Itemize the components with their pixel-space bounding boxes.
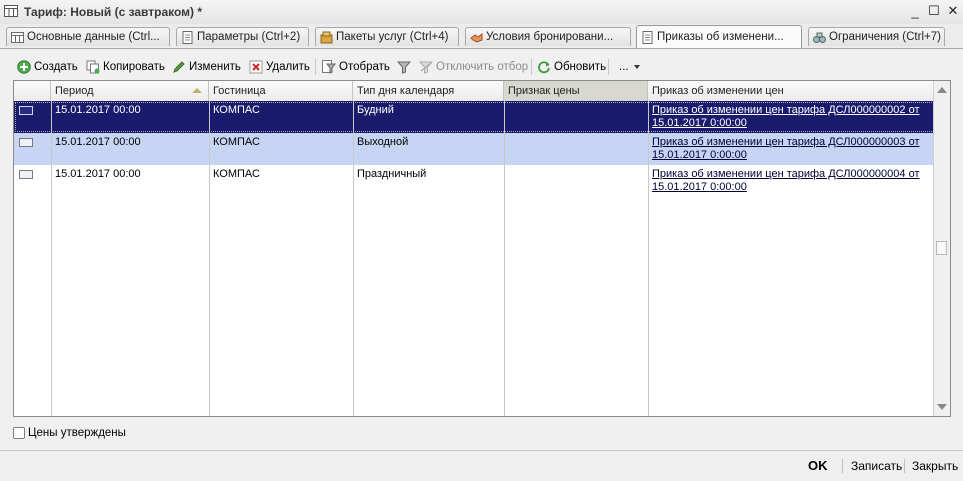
cell-period: 15.01.2017 00:00 [55,136,141,148]
record-icon [19,138,33,147]
table-row[interactable]: 15.01.2017 00:00 КОМПАС Будний Приказ об… [14,101,935,133]
table-icon [4,5,18,17]
disable-filter-button[interactable]: Отключить отбор [419,58,528,76]
column-divider [353,101,354,416]
table-row[interactable]: 15.01.2017 00:00 КОМПАС Выходной Приказ … [14,133,935,165]
tab-label: Приказы об изменени... [657,31,784,43]
document-icon [182,30,193,44]
table-header: Период Гостиница Тип дня календаря Призн… [14,81,935,102]
refresh-icon [538,61,550,74]
tab-price-orders[interactable]: Приказы об изменени... [636,25,802,48]
column-divider [648,101,649,416]
header-day-type[interactable]: Тип дня календаря [353,81,504,101]
close-button[interactable]: ✕ [945,3,961,19]
tab-label: Ограничения (Ctrl+7) [829,31,941,43]
binoculars-icon [813,32,826,43]
minimize-button[interactable]: _ [907,3,923,19]
cell-hotel: КОМПАС [213,168,260,180]
vertical-scrollbar[interactable] [933,81,950,416]
copy-button[interactable]: Копировать [86,58,165,76]
form-footer: OK Записать Закрыть [0,450,963,481]
header-price-order[interactable]: Приказ об изменении цен [648,81,935,101]
price-orders-table[interactable]: Период Гостиница Тип дня календаря Призн… [13,80,951,417]
more-actions-button[interactable]: ... [619,58,641,76]
header-icon-column [14,81,51,101]
prices-approved-checkbox[interactable]: Цены утверждены [13,425,126,441]
delete-x-icon [249,60,263,74]
plus-circle-icon [17,60,31,74]
create-button[interactable]: Создать [17,58,78,76]
footer-separator [904,459,905,473]
refresh-button[interactable]: Обновить [537,58,606,76]
pencil-icon [173,61,185,73]
price-order-link[interactable]: Приказ об изменении цен тарифа ДСЛ000000… [648,136,930,161]
filter-settings-button[interactable] [397,58,414,76]
row-focus-frame [15,102,934,132]
scroll-thumb[interactable] [936,241,947,255]
column-divider [504,101,505,416]
filter-label: Отобрать [339,61,390,73]
header-period[interactable]: Период [51,81,209,101]
window-title: Тариф: Новый (с завтраком) * [24,5,203,19]
package-icon [320,31,333,43]
tab-label: Параметры (Ctrl+2) [197,31,301,43]
cell-period: 15.01.2017 00:00 [55,168,141,180]
tab-service-packages[interactable]: Пакеты услуг (Ctrl+4) [315,27,459,46]
edit-button[interactable]: Изменить [172,58,241,76]
table-icon [11,31,24,43]
record-icon [19,170,33,179]
tab-main-data[interactable]: Основные данные (Ctrl... [6,27,170,46]
delete-label: Удалить [266,61,310,73]
title-bar: Тариф: Новый (с завтраком) * _ ☐ ✕ [0,0,963,25]
cell-day-type: Выходной [357,136,409,148]
save-button[interactable]: Записать [851,459,902,473]
tab-label: Условия бронировани... [486,31,614,43]
ok-button[interactable]: OK [808,458,828,473]
copy-icon [86,60,100,74]
maximize-button[interactable]: ☐ [926,3,942,19]
tab-label: Основные данные (Ctrl... [27,31,160,43]
header-price-flag[interactable]: Признак цены [504,81,648,101]
scroll-up-icon[interactable] [937,87,947,93]
cell-hotel: КОМПАС [213,136,260,148]
toolbar-separator [315,59,316,75]
delete-button[interactable]: Удалить [249,58,310,76]
funnel-off-icon [419,61,433,74]
funnel-settings-icon [397,61,411,74]
handshake-icon [470,32,483,43]
toolbar-separator [531,59,532,75]
tab-label: Пакеты услуг (Ctrl+4) [336,31,449,43]
column-divider [209,101,210,416]
tab-strip: Основные данные (Ctrl... Параметры (Ctrl… [0,24,963,49]
tab-restrictions[interactable]: Ограничения (Ctrl+7) [808,27,945,46]
filter-icon [322,60,336,74]
toolbar-separator [608,59,609,75]
cell-day-type: Праздничный [357,168,427,180]
sort-ascending-icon [192,88,202,93]
create-label: Создать [34,61,78,73]
tab-parameters[interactable]: Параметры (Ctrl+2) [176,27,309,46]
scroll-down-icon[interactable] [937,404,947,410]
price-order-link[interactable]: Приказ об изменении цен тарифа ДСЛ000000… [648,168,930,193]
disable-filter-label: Отключить отбор [436,61,529,73]
document-icon [642,30,653,44]
tab-booking-conditions[interactable]: Условия бронировани... [465,27,631,46]
table-row[interactable]: 15.01.2017 00:00 КОМПАС Праздничный Прик… [14,165,935,197]
copy-label: Копировать [103,61,165,73]
column-divider [51,101,52,416]
prices-approved-label: Цены утверждены [28,427,126,439]
chevron-down-icon [633,65,640,69]
command-bar: Создать Копировать Изменить Удалить Отоб… [12,56,952,78]
header-hotel[interactable]: Гостиница [209,81,353,101]
close-form-button[interactable]: Закрыть [912,459,958,473]
footer-separator [842,459,843,473]
more-label: ... [619,61,629,73]
refresh-label: Обновить [554,61,607,73]
filter-button[interactable]: Отобрать [322,58,390,76]
edit-label: Изменить [189,61,241,73]
checkbox-box[interactable] [13,427,25,439]
